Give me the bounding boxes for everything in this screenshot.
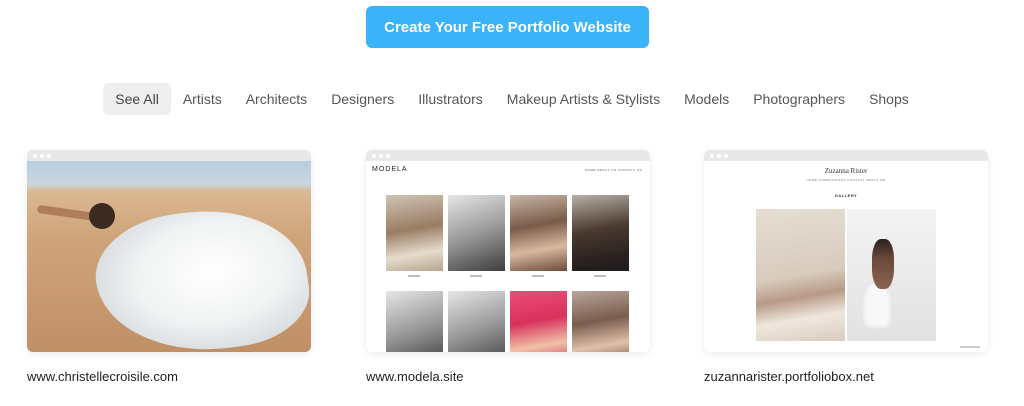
window-dot-icon (33, 153, 37, 158)
thumbnail-caption (408, 275, 420, 277)
window-dot-icon (717, 153, 721, 158)
window-dot-icon (47, 153, 51, 158)
portfolio-preview-image[interactable]: MODELA HOME ABOUT US CONTACT US (366, 161, 650, 352)
gallery-heading: GALLERY (834, 193, 858, 198)
create-portfolio-button[interactable]: Create Your Free Portfolio Website (366, 6, 649, 48)
thumbnail-caption (594, 275, 606, 277)
filter-architects[interactable]: Architects (234, 83, 319, 115)
site-title: Zuzanna Rister (824, 167, 868, 175)
model-thumbnail (572, 291, 629, 352)
filter-see-all[interactable]: See All (103, 83, 171, 115)
category-filters: See All Artists Architects Designers Ill… (0, 82, 1024, 116)
window-dot-icon (724, 153, 728, 158)
browser-toolbar (27, 150, 311, 161)
site-nav: HOME ABOUT US CONTACT US (584, 168, 642, 172)
portfolio-url[interactable]: www.modela.site (366, 369, 650, 384)
photo-head (89, 203, 115, 229)
model-thumbnail (448, 195, 505, 271)
filter-models[interactable]: Models (672, 83, 741, 115)
thumbnail-caption (470, 275, 482, 277)
window-dot-icon (710, 153, 714, 158)
filter-makeup-artists-stylists[interactable]: Makeup Artists & Stylists (495, 83, 672, 115)
model-thumbnail (510, 195, 567, 271)
portfolio-url[interactable]: www.christellecroisile.com (27, 369, 311, 384)
portfolio-preview-image[interactable] (27, 161, 311, 352)
site-logo: MODELA (372, 166, 408, 173)
model-thumbnail (510, 291, 567, 352)
browser-frame: Zuzanna Rister HOME COMMISSIONS CONTACT … (704, 150, 988, 352)
zuzanna-site-preview: Zuzanna Rister HOME COMMISSIONS CONTACT … (704, 161, 988, 352)
portfolio-card-modela[interactable]: MODELA HOME ABOUT US CONTACT US www.mode… (366, 150, 650, 384)
portfolio-preview-image[interactable]: Zuzanna Rister HOME COMMISSIONS CONTACT … (704, 161, 988, 352)
thumbnail-caption (532, 275, 544, 277)
browser-frame (27, 150, 311, 352)
filter-photographers[interactable]: Photographers (741, 83, 857, 115)
browser-toolbar (704, 150, 988, 161)
portfolio-card-zuzanna[interactable]: Zuzanna Rister HOME COMMISSIONS CONTACT … (704, 150, 988, 384)
window-dot-icon (379, 153, 383, 158)
portfolio-card-christelle[interactable]: www.christellecroisile.com (27, 150, 311, 384)
model-thumbnail (448, 291, 505, 352)
photo-figure (872, 239, 894, 289)
window-dot-icon (372, 153, 376, 158)
model-thumbnail (572, 195, 629, 271)
portfolio-url[interactable]: zuzannarister.portfoliobox.net (704, 369, 988, 384)
browser-toolbar (366, 150, 650, 161)
model-thumbnail (386, 291, 443, 352)
window-dot-icon (40, 153, 44, 158)
browser-frame: MODELA HOME ABOUT US CONTACT US (366, 150, 650, 352)
window-dot-icon (386, 153, 390, 158)
modela-site-preview: MODELA HOME ABOUT US CONTACT US (366, 161, 650, 352)
site-footer (960, 346, 980, 348)
filter-designers[interactable]: Designers (319, 83, 406, 115)
site-nav: HOME COMMISSIONS CONTACT ABOUT ME (806, 178, 886, 182)
filter-illustrators[interactable]: Illustrators (406, 83, 495, 115)
filter-artists[interactable]: Artists (171, 83, 234, 115)
filter-shops[interactable]: Shops (857, 83, 921, 115)
gallery-photo (756, 209, 845, 341)
model-thumbnail (386, 195, 443, 271)
